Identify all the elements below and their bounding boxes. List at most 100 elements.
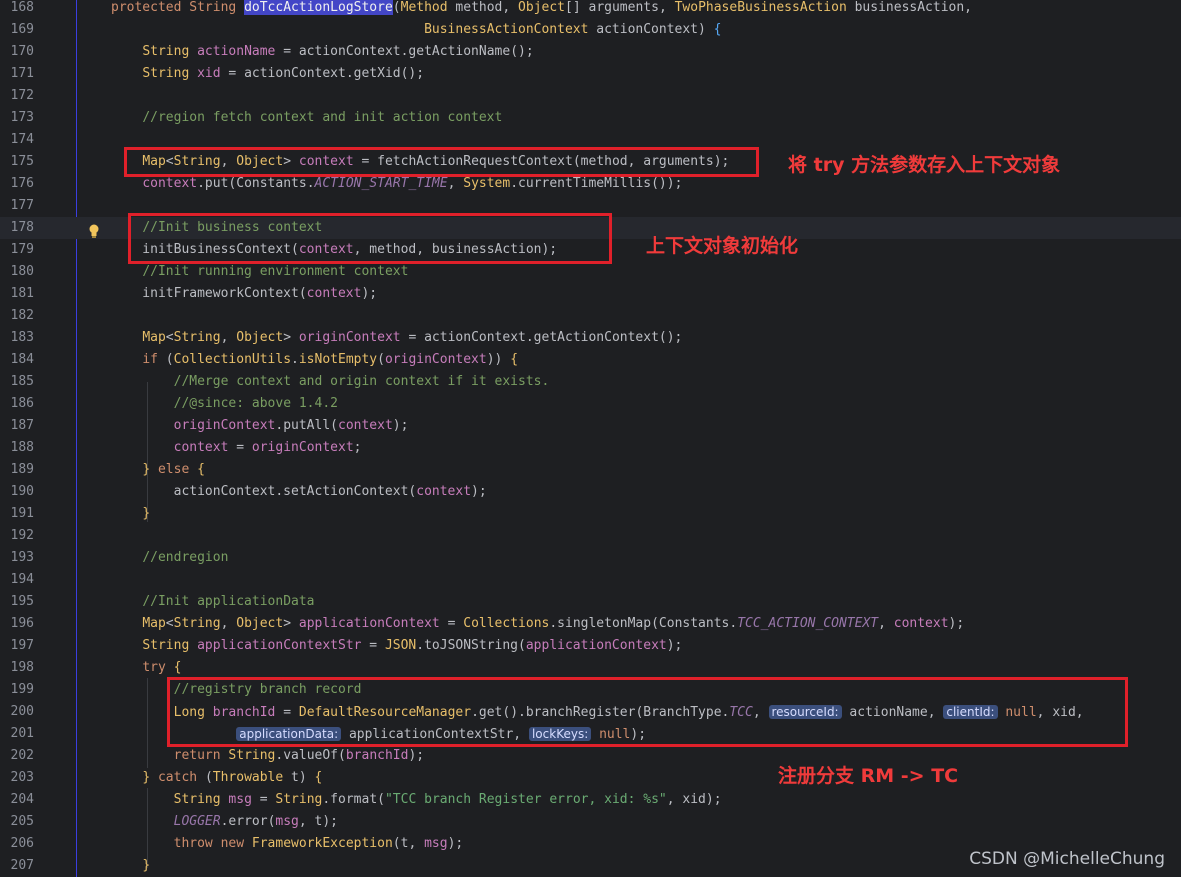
code-line[interactable]: 172: [0, 85, 1181, 107]
code-token: context: [142, 176, 198, 191]
highlight-box-context: [124, 147, 759, 177]
code-token: =: [447, 616, 464, 631]
code-line[interactable]: 173 //region fetch context and init acti…: [0, 107, 1181, 129]
code-token: );: [392, 418, 409, 433]
code-line[interactable]: 204 String msg = String.format("TCC bran…: [0, 789, 1181, 811]
code-text: //Init running environment context: [111, 261, 408, 283]
line-number: 174: [10, 132, 34, 147]
code-token: protected: [111, 0, 190, 15]
code-token: String: [275, 792, 323, 807]
code-line[interactable]: 185 //Merge context and origin context i…: [0, 371, 1181, 393]
code-token: actionContext): [596, 22, 714, 37]
code-token: =: [259, 792, 276, 807]
line-number: 202: [10, 748, 34, 763]
code-token: String: [173, 792, 229, 807]
code-token: t: [291, 770, 299, 785]
line-number: 201: [10, 726, 34, 741]
code-line[interactable]: 171 String xid = actionContext.getXid();: [0, 63, 1181, 85]
code-line[interactable]: 191 }: [0, 503, 1181, 525]
line-number: 205: [10, 814, 34, 829]
code-token: = actionContext.getXid: [228, 66, 401, 81]
code-line[interactable]: 196 Map<String, Object> applicationConte…: [0, 613, 1181, 635]
line-number: 176: [10, 176, 34, 191]
line-number: 172: [10, 88, 34, 103]
code-line[interactable]: 203 } catch (Throwable t) {: [0, 767, 1181, 789]
code-line[interactable]: 192: [0, 525, 1181, 547]
line-number: 198: [10, 660, 34, 675]
code-line[interactable]: 186 //@since: above 1.4.2: [0, 393, 1181, 415]
line-number: 204: [10, 792, 34, 807]
code-token: Constants.: [658, 616, 738, 631]
code-line[interactable]: 188 context = originContext;: [0, 437, 1181, 459]
code-token: }: [142, 770, 158, 785]
line-number: 180: [10, 264, 34, 279]
code-text: //Merge context and origin context if it…: [111, 371, 550, 393]
code-line[interactable]: 184 if (CollectionUtils.isNotEmpty(origi…: [0, 349, 1181, 371]
code-line[interactable]: 198 try {: [0, 657, 1181, 679]
code-line[interactable]: 195 //Init applicationData: [0, 591, 1181, 613]
code-line[interactable]: 181 initFrameworkContext(context);: [0, 283, 1181, 305]
code-token: System: [463, 176, 511, 191]
line-number: 194: [10, 572, 34, 587]
line-number: 184: [10, 352, 34, 367]
code-token: xid: [682, 792, 706, 807]
code-token: = actionContext.getActionName: [283, 44, 511, 59]
lightbulb-icon[interactable]: [88, 224, 100, 238]
code-token: msg: [424, 836, 448, 851]
code-line[interactable]: 183 Map<String, Object> originContext = …: [0, 327, 1181, 349]
code-token: =: [369, 638, 385, 653]
code-token: msg: [275, 814, 299, 829]
code-token: //region fetch context and init action c…: [142, 110, 503, 125]
code-token: businessAction,: [854, 0, 973, 15]
code-token: {: [314, 770, 323, 785]
code-token: ,: [220, 330, 237, 345]
code-line[interactable]: 169 BusinessActionContext actionContext)…: [0, 19, 1181, 41]
watermark: CSDN @MichelleChung: [969, 849, 1165, 869]
code-token: (: [204, 770, 213, 785]
code-editor[interactable]: 168 protected String doTccActionLogStore(…: [0, 0, 1181, 877]
highlight-box-init: [128, 213, 612, 264]
code-line[interactable]: 170 String actionName = actionContext.ge…: [0, 41, 1181, 63]
code-line[interactable]: 197 String applicationContextStr = JSON.…: [0, 635, 1181, 657]
code-token: ,: [878, 616, 894, 631]
code-token: context: [338, 418, 393, 433]
code-token: }: [142, 858, 151, 873]
code-line[interactable]: 182: [0, 305, 1181, 327]
code-line[interactable]: 189 } else {: [0, 459, 1181, 481]
line-number: 190: [10, 484, 34, 499]
code-text: return String.valueOf(branchId);: [111, 745, 425, 767]
code-token: else: [157, 462, 198, 477]
code-token: ,: [298, 814, 315, 829]
code-token: );: [408, 748, 425, 763]
code-token: JSON: [384, 638, 417, 653]
code-line[interactable]: 180 //Init running environment context: [0, 261, 1181, 283]
code-text: } else {: [111, 459, 205, 481]
code-line[interactable]: 205 LOGGER.error(msg, t);: [0, 811, 1181, 833]
code-token: catch: [157, 770, 205, 785]
code-line[interactable]: 202 return String.valueOf(branchId);: [0, 745, 1181, 767]
code-token: context: [893, 616, 949, 631]
code-line[interactable]: 168 protected String doTccActionLogStore(…: [0, 0, 1181, 19]
code-line[interactable]: 194: [0, 569, 1181, 591]
code-text: //region fetch context and init action c…: [111, 107, 502, 129]
code-token: if: [142, 352, 166, 367]
code-line[interactable]: 187 originContext.putAll(context);: [0, 415, 1181, 437]
code-token: =: [236, 440, 252, 455]
code-line[interactable]: 190 actionContext.setActionContext(conte…: [0, 481, 1181, 503]
line-number: 200: [10, 704, 34, 719]
code-text: }: [111, 503, 150, 525]
code-token: ();: [400, 66, 425, 81]
code-token: ): [298, 770, 315, 785]
code-token: originContext: [173, 418, 276, 433]
code-token: Map: [142, 330, 166, 345]
line-number: 169: [10, 22, 34, 37]
code-line[interactable]: 193 //endregion: [0, 547, 1181, 569]
